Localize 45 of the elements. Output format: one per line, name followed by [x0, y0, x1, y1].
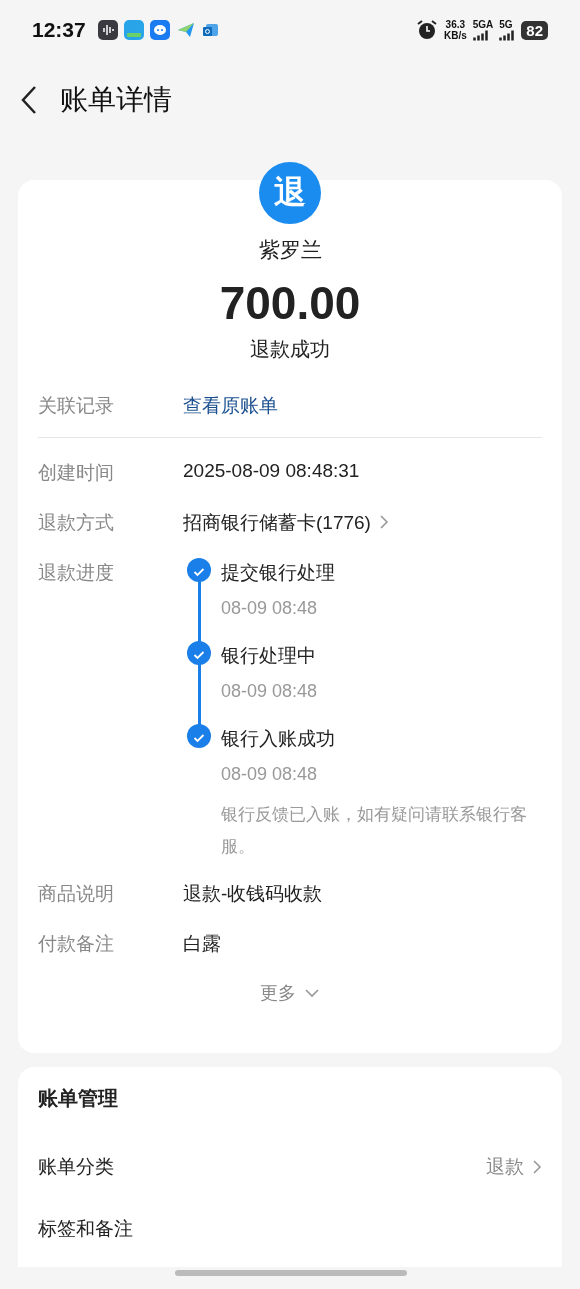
- signal-icon: [499, 30, 516, 41]
- alarm-clock-icon: [415, 19, 438, 41]
- field-value: 退款-收钱码收款: [183, 882, 323, 906]
- setting-label[interactable]: 标签和备注: [38, 1216, 133, 1242]
- field-label: 创建时间: [38, 461, 115, 485]
- field-value: 2025-08-09 08:48:31: [183, 460, 360, 482]
- payment-method[interactable]: 招商银行储蓄卡(1776): [183, 510, 371, 536]
- step-time: 08-09 08:48: [221, 764, 319, 785]
- refund-status: 退款成功: [250, 337, 330, 362]
- amount: 700.00: [219, 276, 361, 330]
- field-value: 白露: [183, 932, 221, 956]
- setting-label[interactable]: 账单分类: [38, 1154, 114, 1180]
- field-label: 退款进度: [38, 561, 115, 585]
- chevron-down-icon: [304, 988, 320, 998]
- step-time: 08-09 08:48: [221, 681, 319, 702]
- field-label: 关联记录: [38, 394, 115, 418]
- chevron-right-icon: [378, 514, 389, 530]
- mail-app-icon: [201, 21, 220, 39]
- section-title: 账单管理: [38, 1086, 119, 1111]
- payee-name: 紫罗兰: [258, 237, 322, 263]
- step-title: 银行处理中: [221, 644, 317, 668]
- more-button[interactable]: 更多: [260, 981, 296, 1005]
- step-title: 银行入账成功: [221, 727, 336, 751]
- page-title: 账单详情: [60, 83, 172, 117]
- battery-level: 82: [521, 20, 548, 40]
- field-label: 商品说明: [38, 882, 115, 906]
- field-label: 退款方式: [38, 511, 115, 535]
- view-original-bill-link[interactable]: 查看原账单: [183, 393, 278, 419]
- category-value[interactable]: 退款: [486, 1154, 524, 1180]
- step-title: 提交银行处理: [221, 561, 336, 585]
- progress-note: 银行反馈已入账，如有疑问请联系银行客服。: [221, 804, 528, 858]
- clock-time: 12:37: [32, 18, 86, 42]
- speed-unit: KB/s: [443, 30, 467, 41]
- voice-app-icon: [97, 20, 118, 40]
- network-type: 5G: [499, 19, 513, 30]
- network-type: 5GA: [472, 19, 494, 30]
- robot-app-icon: [149, 20, 170, 40]
- chevron-right-icon: [532, 1159, 542, 1175]
- step-time: 08-09 08:48: [221, 598, 319, 619]
- network-speed: 36.3: [445, 19, 466, 30]
- refund-icon: 退: [259, 162, 321, 224]
- field-label: 付款备注: [38, 932, 115, 956]
- signal-icon: [472, 30, 489, 41]
- app-icon: [123, 20, 144, 40]
- back-icon[interactable]: [20, 85, 38, 115]
